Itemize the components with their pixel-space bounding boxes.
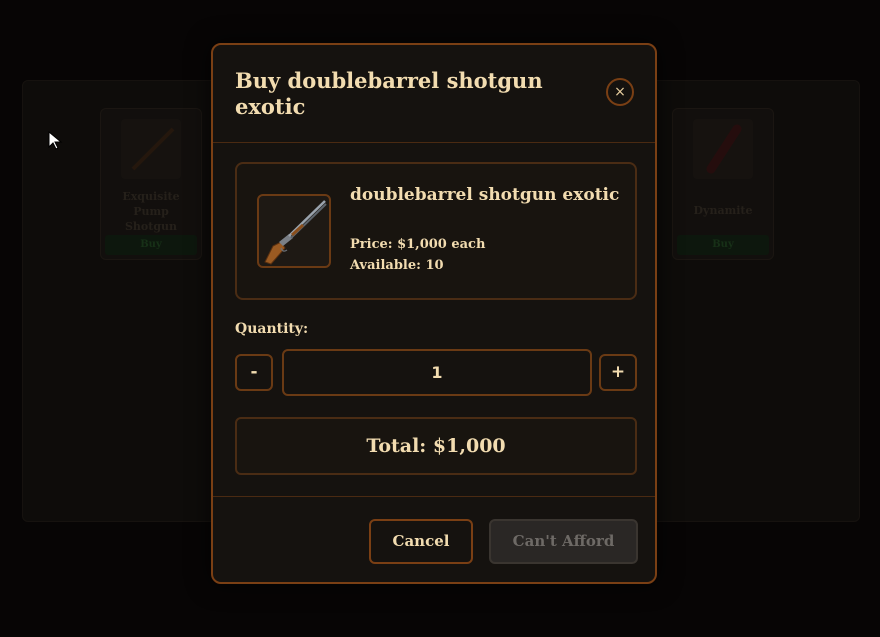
mouse-cursor-icon [48,131,63,150]
cancel-button[interactable]: Cancel [369,519,473,564]
increment-button[interactable]: + [599,354,637,391]
quantity-input[interactable]: 1 [282,349,592,396]
quantity-label: Quantity: [235,321,309,337]
item-name: doublebarrel shotgun exotic [350,185,620,205]
total-price: Total: $1,000 [235,417,637,475]
buy-modal: Buy doublebarrel shotgun exotic × double… [211,43,657,584]
item-price: Price: $1,000 each [350,237,486,252]
modal-header: Buy doublebarrel shotgun exotic × [213,45,655,143]
footer-divider [213,496,655,497]
close-button[interactable]: × [606,78,634,106]
doublebarrel-shotgun-icon [257,194,331,268]
decrement-button[interactable]: - [235,354,273,391]
modal-title: Buy doublebarrel shotgun exotic [235,68,543,119]
cant-afford-button: Can't Afford [489,519,638,564]
item-summary: doublebarrel shotgun exotic Price: $1,00… [235,162,637,300]
item-availability: Available: 10 [350,258,444,273]
close-icon: × [614,84,626,100]
